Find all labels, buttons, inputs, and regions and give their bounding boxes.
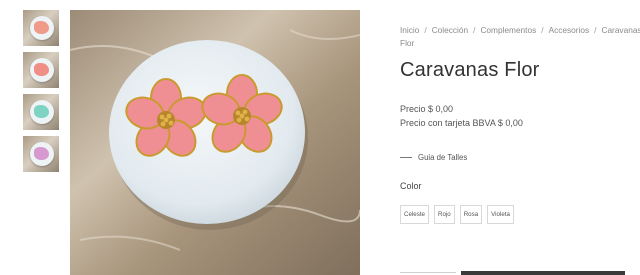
quantity-input[interactable] — [400, 272, 456, 273]
thumbnail-earring — [34, 21, 49, 34]
color-option-rosa[interactable]: Rosa — [459, 205, 483, 224]
product-title: Caravanas Flor — [400, 59, 540, 81]
color-label: Color — [400, 181, 422, 191]
product-main-image[interactable] — [70, 10, 360, 275]
breadcrumb-coleccion[interactable]: Colección — [432, 25, 468, 35]
breadcrumb-separator: / — [424, 25, 427, 35]
breadcrumb-separator: / — [594, 25, 597, 35]
thumbnail-earring — [34, 105, 49, 118]
product-info: Inicio / Colección / Complementos / Accesorios… — [400, 24, 640, 224]
color-option-celeste[interactable]: Celeste — [400, 205, 429, 224]
price-block: Precio $ 0,00 Precio con tarjeta BBVA $ … — [400, 102, 625, 130]
thumbnail-1[interactable] — [23, 10, 59, 46]
color-option-rojo[interactable]: Rojo — [433, 205, 455, 224]
size-guide-label: Guia de Talles — [418, 153, 468, 162]
breadcrumb-accesorios[interactable]: Accesorios — [549, 25, 590, 35]
breadcrumb-home[interactable]: Inicio — [400, 25, 419, 35]
thumbnail-2[interactable] — [23, 52, 59, 88]
breadcrumb-complementos[interactable]: Complementos — [480, 25, 536, 35]
thumbnail-4[interactable] — [23, 136, 59, 172]
thumbnail-list — [23, 10, 59, 178]
color-option-violeta[interactable]: Violeta — [487, 205, 514, 224]
dash-icon — [400, 157, 412, 158]
thumbnail-earring — [34, 63, 49, 76]
breadcrumb-separator: / — [473, 25, 476, 35]
card-price: Precio con tarjeta BBVA $ 0,00 — [400, 118, 523, 128]
breadcrumb: Inicio / Colección / Complementos / Accesorios… — [400, 24, 640, 49]
product-photo — [70, 10, 360, 275]
thumbnail-earring — [34, 147, 49, 160]
add-to-cart-button[interactable] — [461, 271, 625, 275]
color-options: Celeste Rojo Rosa Violeta — [400, 205, 625, 224]
breadcrumb-separator: / — [541, 25, 544, 35]
size-guide-link[interactable]: Guia de Talles — [400, 153, 625, 162]
price: Precio $ 0,00 — [400, 104, 454, 114]
thumbnail-3[interactable] — [23, 94, 59, 130]
